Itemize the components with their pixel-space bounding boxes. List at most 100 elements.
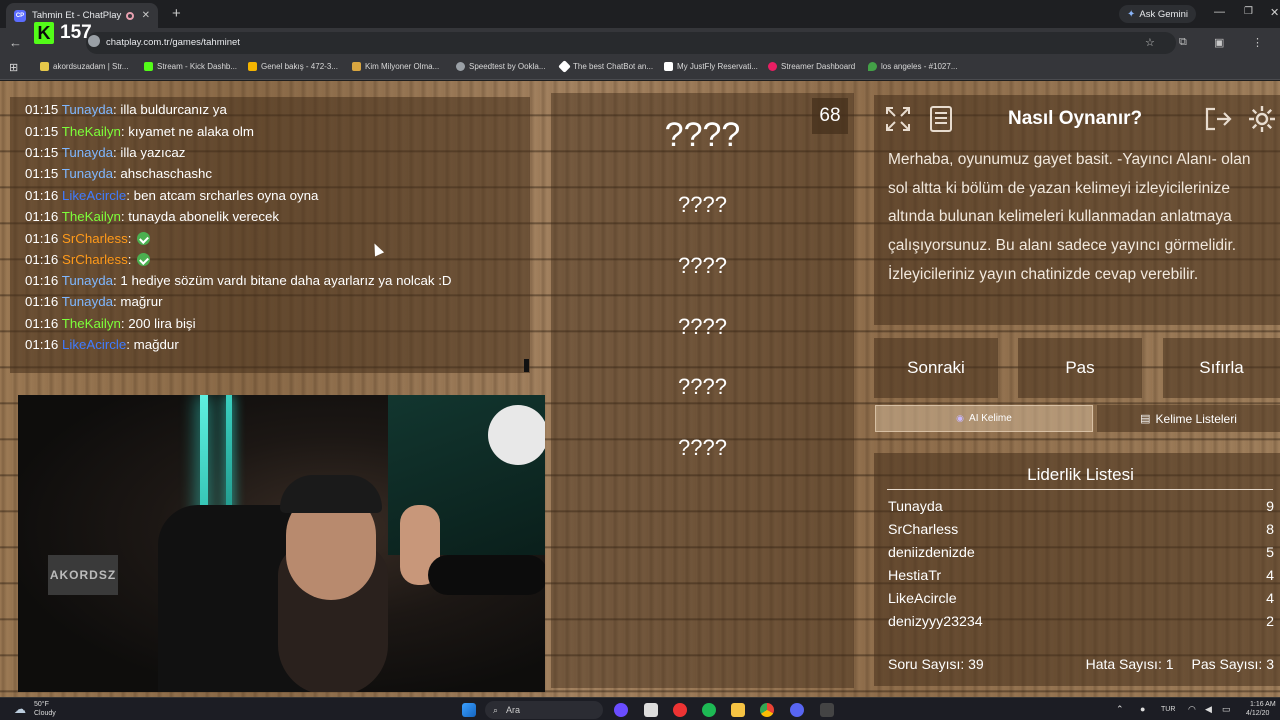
minimize-icon[interactable]: — xyxy=(1214,6,1225,18)
chat-timestamp: 01:15 xyxy=(25,102,59,117)
bookmark-star-icon[interactable]: ☆ xyxy=(1145,36,1155,49)
chat-username[interactable]: Tunayda xyxy=(62,294,113,309)
weather-desc: Cloudy xyxy=(34,710,56,717)
wifi-icon[interactable]: ◠ xyxy=(1188,704,1196,715)
bookmark-item[interactable]: Speedtest by Ookla... xyxy=(456,62,546,71)
chat-text: : illa buldurcanız ya xyxy=(113,102,227,117)
leaderboard-row: deniizdenizde 5 xyxy=(888,545,1274,561)
restore-icon[interactable]: ❐ xyxy=(1244,6,1253,17)
chat-username[interactable]: Tunayda xyxy=(62,273,113,288)
chat-message: 01:16 SrCharless: xyxy=(25,252,151,267)
bookmark-item[interactable]: Stream - Kick Dashb... xyxy=(144,62,237,71)
back-arrow-icon[interactable]: ← xyxy=(9,35,22,50)
chat-scrollbar[interactable] xyxy=(524,359,529,372)
player-score: 4 xyxy=(1266,568,1274,584)
extensions-icon[interactable]: ⧉ xyxy=(1179,36,1187,49)
spotify-icon[interactable] xyxy=(702,703,716,717)
leaderboard-row: denizyyy23234 2 xyxy=(888,614,1274,630)
notepad-icon: ▤ xyxy=(1140,413,1151,425)
copilot-icon[interactable] xyxy=(614,703,628,717)
sidebar-icon[interactable]: ▣ xyxy=(1214,36,1224,49)
music-note-icon xyxy=(40,62,49,71)
chat-text: : 1 hediye sözüm vardı bitane daha ayarl… xyxy=(113,273,452,288)
chat-username[interactable]: SrCharless xyxy=(62,231,128,246)
taskbar-search[interactable]: ⌕ Ara xyxy=(485,701,603,719)
menu-kebab-icon[interactable]: ⋮ xyxy=(1252,36,1263,49)
recording-icon xyxy=(125,11,134,20)
chatbot-icon xyxy=(558,60,571,73)
chat-text: : kıyamet ne alaka olm xyxy=(120,124,254,139)
language-indicator[interactable]: TUR xyxy=(1161,706,1175,713)
battery-icon[interactable]: ▭ xyxy=(1222,704,1231,715)
chat-username[interactable]: Tunayda xyxy=(62,102,113,117)
close-window-icon[interactable]: ✕ xyxy=(1270,6,1279,19)
bookmark-item[interactable]: The best ChatBot an... xyxy=(558,60,654,73)
chat-timestamp: 01:16 xyxy=(25,294,59,309)
app-icon[interactable] xyxy=(673,703,687,717)
windows-start-icon[interactable] xyxy=(462,703,476,717)
chrome-icon[interactable] xyxy=(760,703,774,717)
mic-tray-icon[interactable]: ● xyxy=(1140,704,1145,714)
discord-icon[interactable] xyxy=(790,703,804,717)
tray-chevron-icon[interactable]: ⌃ xyxy=(1116,704,1124,715)
chat-message: 01:15 Tunayda: illa buldurcanız ya xyxy=(25,102,227,117)
bookmark-label: akordsuzadam | Str... xyxy=(53,62,129,71)
chat-username[interactable]: Tunayda xyxy=(62,145,113,160)
ai-word-button[interactable]: ◉ AI Kelime xyxy=(875,405,1093,432)
bookmark-label: Streamer Dashboard xyxy=(781,62,856,71)
pass-button[interactable]: Pas xyxy=(1018,338,1142,398)
bookmark-item[interactable]: Genel bakış - 472-3... xyxy=(248,62,338,71)
chat-username[interactable]: TheKailyn xyxy=(62,209,121,224)
chat-timestamp: 01:16 xyxy=(25,231,59,246)
volume-icon[interactable]: ◀ xyxy=(1205,704,1212,715)
ai-word-label: AI Kelime xyxy=(969,413,1012,424)
bookmark-item[interactable]: Streamer Dashboard xyxy=(768,62,855,71)
clock-date[interactable]: 4/12/20 xyxy=(1246,710,1269,717)
chat-username[interactable]: SrCharless xyxy=(62,252,128,267)
reset-button[interactable]: Sıfırla xyxy=(1163,338,1280,398)
file-explorer-icon[interactable] xyxy=(731,703,745,717)
ask-gemini-button[interactable]: ✦ Ask Gemini xyxy=(1119,5,1196,23)
new-tab-button[interactable]: + xyxy=(172,5,181,22)
url-field[interactable] xyxy=(86,32,1176,54)
word-lists-button[interactable]: ▤ Kelime Listeleri xyxy=(1097,405,1280,432)
chat-username[interactable]: TheKailyn xyxy=(62,124,121,139)
exit-icon[interactable] xyxy=(1203,104,1233,134)
chat-message: 01:16 LikeAcircle: mağdur xyxy=(25,337,179,352)
check-emote-icon xyxy=(137,232,151,245)
player-name: deniizdenizde xyxy=(888,545,975,561)
chat-username[interactable]: Tunayda xyxy=(62,166,113,181)
bookmark-item[interactable]: akordsuzadam | Str... xyxy=(40,62,128,71)
document-icon[interactable] xyxy=(926,104,956,134)
chat-text: : 200 lira bişi xyxy=(120,316,196,331)
live-app-icon[interactable] xyxy=(820,703,834,717)
chat-timestamp: 01:15 xyxy=(25,124,59,139)
bookmark-label: The best ChatBot an... xyxy=(573,62,654,71)
url-text[interactable]: chatplay.com.tr/games/tahminet xyxy=(106,37,240,48)
bookmark-label: My JustFly Reservati... xyxy=(677,62,758,71)
chat-text: : xyxy=(127,252,132,267)
chat-username[interactable]: LikeAcircle xyxy=(62,337,126,352)
chat-message: 01:16 Tunayda: 1 hediye sözüm vardı bita… xyxy=(25,273,452,288)
task-view-icon[interactable] xyxy=(644,703,658,717)
apps-grid-icon[interactable]: ⊞ xyxy=(9,61,18,74)
player-score: 5 xyxy=(1266,545,1274,561)
player-name: SrCharless xyxy=(888,522,959,538)
bookmark-item[interactable]: Kim Milyoner Olma... xyxy=(352,62,439,71)
chat-timestamp: 01:15 xyxy=(25,166,59,181)
forbidden-word: ???? xyxy=(678,374,727,399)
leaderboard-row: Tunayda 9 xyxy=(888,499,1274,515)
next-button[interactable]: Sonraki xyxy=(874,338,998,398)
gear-icon[interactable] xyxy=(1247,104,1277,134)
chat-username[interactable]: TheKailyn xyxy=(62,316,121,331)
fullscreen-icon[interactable] xyxy=(883,104,913,134)
chat-username[interactable]: LikeAcircle xyxy=(62,188,126,203)
clock-time[interactable]: 1:16 AM xyxy=(1250,701,1276,708)
target-word: ???? xyxy=(664,116,741,154)
bookmark-item[interactable]: los angeles - #1027... xyxy=(868,62,958,71)
bookmark-item[interactable]: My JustFly Reservati... xyxy=(664,62,758,71)
forbidden-word: ???? xyxy=(678,253,727,278)
tab-title: Tahmin Et - ChatPlay xyxy=(32,10,122,21)
player-name: HestiaTr xyxy=(888,568,942,584)
close-tab-icon[interactable]: ✕ xyxy=(142,10,150,21)
